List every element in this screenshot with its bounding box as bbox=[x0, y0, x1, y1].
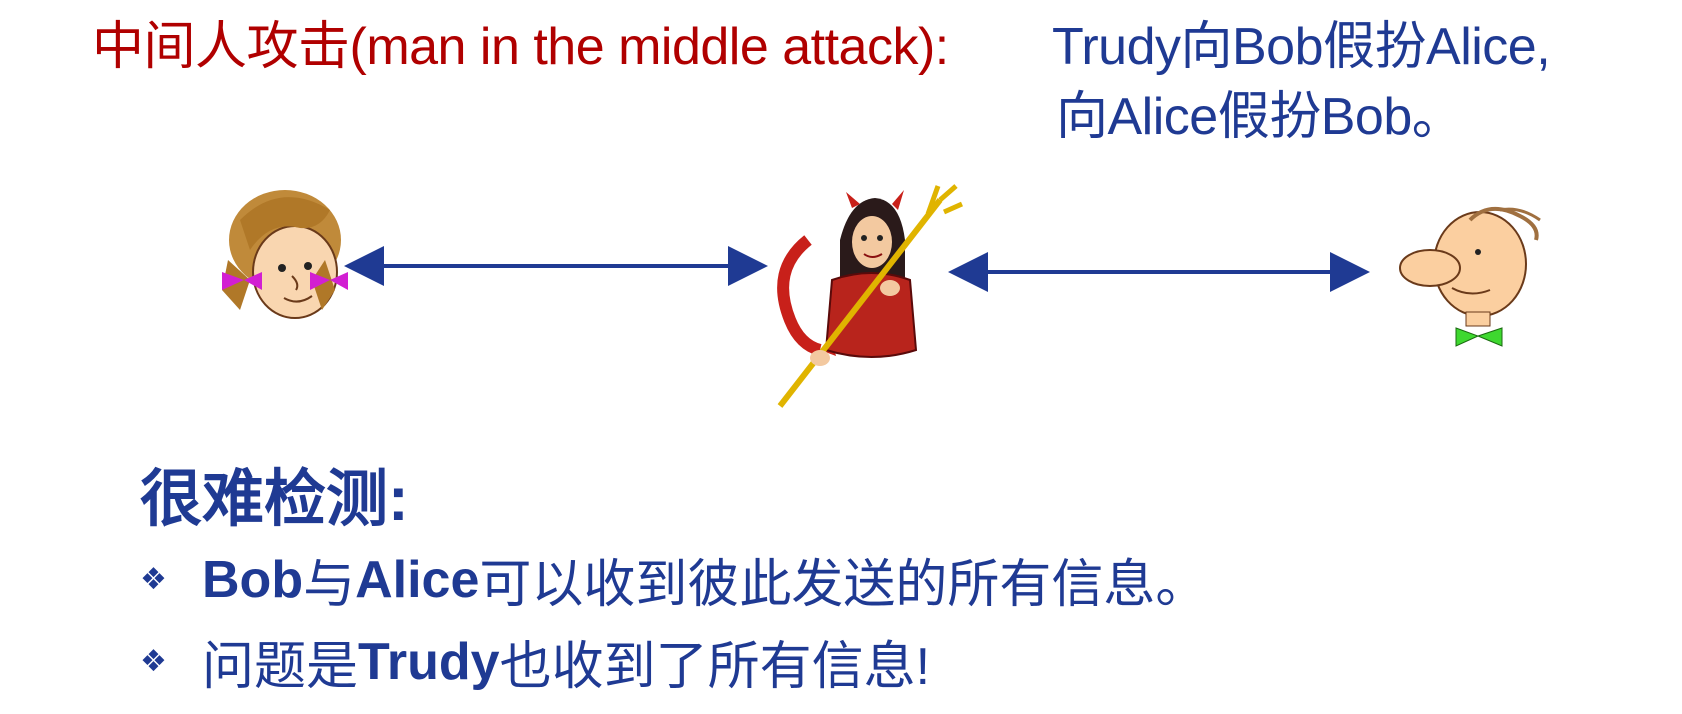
mitm-diagram bbox=[222, 184, 1541, 408]
bullet-item-1: ❖ Bob 与 Alice 可以收到彼此发送的所有信息。 bbox=[140, 542, 1207, 617]
title-red-text: 中间人攻击(man in the middle attack): bbox=[92, 18, 949, 76]
alice-figure-icon bbox=[222, 190, 348, 319]
bullet2-rest: 也收到了所有信息! bbox=[499, 638, 931, 696]
trudy-devil-figure-icon bbox=[777, 184, 964, 408]
heading-hard-to-detect: 很难检测: bbox=[140, 465, 409, 534]
diamond-bullet-icon: ❖ bbox=[140, 645, 167, 678]
diamond-bullet-icon: ❖ bbox=[140, 563, 167, 596]
bullet1-bob: Bob bbox=[202, 550, 304, 609]
bullet2-trudy: Trudy bbox=[358, 632, 500, 691]
title-blue-line1: Trudy向Bob假扮Alice, bbox=[1052, 18, 1551, 76]
bullet1-and: 与 bbox=[303, 556, 356, 614]
title-blue-line2: 向Alice假扮Bob。 bbox=[1056, 88, 1464, 146]
bullet2-prefix: 问题是 bbox=[202, 638, 359, 696]
bullet-item-2: ❖ 问题是 Trudy 也收到了所有信息! bbox=[140, 624, 930, 699]
bullet1-alice: Alice bbox=[355, 550, 480, 609]
bullet1-rest: 可以收到彼此发送的所有信息。 bbox=[479, 556, 1208, 614]
bob-figure-icon bbox=[1399, 207, 1541, 347]
